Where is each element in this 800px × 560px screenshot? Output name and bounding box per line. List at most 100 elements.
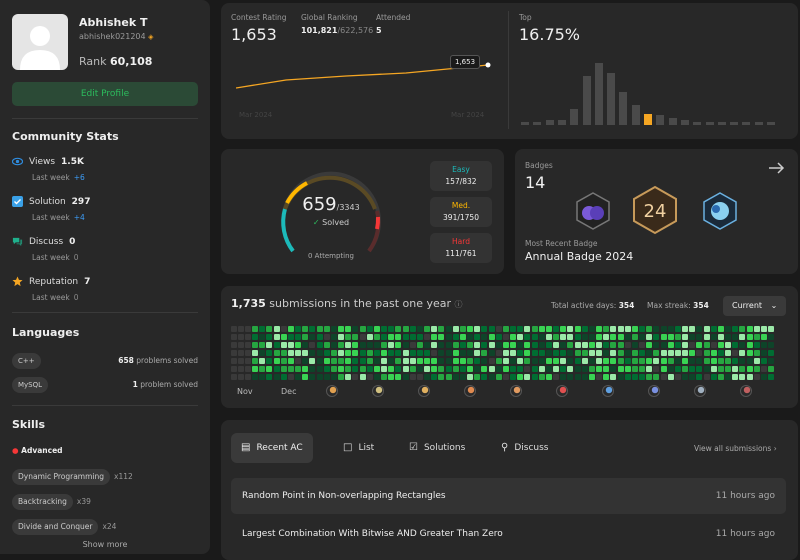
heatmap-cell[interactable] [309,342,315,348]
heatmap-cell[interactable] [259,358,265,364]
heatmap-cell[interactable] [417,326,423,332]
heatmap-cell[interactable] [510,350,516,356]
heatmap-cell[interactable] [474,358,480,364]
tab-recent-ac[interactable]: ▤ Recent AC [231,433,313,463]
heatmap-cell[interactable] [661,366,667,372]
heatmap-cell[interactable] [388,366,394,372]
heatmap-cell[interactable] [754,326,760,332]
heatmap-cell[interactable] [582,366,588,372]
heatmap-cell[interactable] [553,366,559,372]
heatmap-cell[interactable] [618,342,624,348]
monthly-badge-icon[interactable] [556,385,568,397]
heatmap-cell[interactable] [546,326,552,332]
heatmap-cell[interactable] [395,334,401,340]
heatmap-cell[interactable] [281,358,287,364]
heatmap-cell[interactable] [524,366,530,372]
monthly-badge-icon[interactable] [648,385,660,397]
heatmap-cell[interactable] [668,342,674,348]
heatmap-cell[interactable] [274,374,280,380]
heatmap-cell[interactable] [395,326,401,332]
heatmap-cell[interactable] [610,350,616,356]
heatmap-cell[interactable] [331,326,337,332]
rating-point[interactable] [485,62,491,68]
heatmap-cell[interactable] [546,342,552,348]
heatmap-cell[interactable] [309,350,315,356]
heatmap-cell[interactable] [768,366,774,372]
heatmap-cell[interactable] [546,350,552,356]
heatmap-cell[interactable] [274,326,280,332]
heatmap-cell[interactable] [324,374,330,380]
heatmap-cell[interactable] [539,350,545,356]
heatmap-cell[interactable] [410,342,416,348]
heatmap-cell[interactable] [252,374,258,380]
heatmap-cell[interactable] [374,358,380,364]
heatmap-cell[interactable] [288,334,294,340]
heatmap-cell[interactable] [646,358,652,364]
heatmap-cell[interactable] [295,334,301,340]
heatmap-cell[interactable] [238,350,244,356]
heatmap-cell[interactable] [646,374,652,380]
heatmap-cell[interactable] [632,326,638,332]
heatmap-cell[interactable] [682,342,688,348]
heatmap-cell[interactable] [245,358,251,364]
heatmap-cell[interactable] [345,350,351,356]
heatmap-cell[interactable] [288,366,294,372]
badge-icon[interactable] [573,191,613,231]
heatmap-cell[interactable] [424,350,430,356]
monthly-badge-icon[interactable] [602,385,614,397]
heatmap-cell[interactable] [668,374,674,380]
heatmap-cell[interactable] [682,366,688,372]
heatmap-cell[interactable] [424,326,430,332]
heatmap-cell[interactable] [345,366,351,372]
heatmap-cell[interactable] [381,342,387,348]
heatmap-cell[interactable] [711,366,717,372]
heatmap-cell[interactable] [560,334,566,340]
heatmap-cell[interactable] [696,326,702,332]
heatmap-cell[interactable] [696,374,702,380]
heatmap-cell[interactable] [567,350,573,356]
heatmap-cell[interactable] [374,334,380,340]
heatmap-cell[interactable] [582,334,588,340]
heatmap-cell[interactable] [503,350,509,356]
heatmap-cell[interactable] [603,366,609,372]
heatmap-cell[interactable] [481,350,487,356]
heatmap-cell[interactable] [367,326,373,332]
heatmap-cell[interactable] [704,334,710,340]
heatmap-cell[interactable] [481,334,487,340]
heatmap-cell[interactable] [675,374,681,380]
recent-ac-row[interactable]: Random Point in Non-overlapping Rectangl… [231,478,786,514]
heatmap-cell[interactable] [732,334,738,340]
heatmap-cell[interactable] [725,366,731,372]
heatmap-cell[interactable] [231,358,237,364]
heatmap-cell[interactable] [288,374,294,380]
heatmap-cell[interactable] [532,342,538,348]
heatmap-cell[interactable] [474,326,480,332]
heatmap-cell[interactable] [317,342,323,348]
heatmap-cell[interactable] [625,342,631,348]
heatmap-cell[interactable] [231,342,237,348]
heatmap-cell[interactable] [360,350,366,356]
heatmap-cell[interactable] [446,358,452,364]
heatmap-cell[interactable] [696,342,702,348]
heatmap-cell[interactable] [553,342,559,348]
heatmap-cell[interactable] [460,374,466,380]
heatmap-cell[interactable] [266,366,272,372]
heatmap-cell[interactable] [388,358,394,364]
heatmap-cell[interactable] [567,326,573,332]
heatmap-cell[interactable] [324,366,330,372]
heatmap-cell[interactable] [747,374,753,380]
heatmap-cell[interactable] [646,366,652,372]
heatmap-cell[interactable] [603,326,609,332]
heatmap-cell[interactable] [517,342,523,348]
heatmap-cell[interactable] [238,334,244,340]
heatmap-cell[interactable] [281,334,287,340]
avatar[interactable] [12,14,68,70]
heatmap-cell[interactable] [725,374,731,380]
heatmap-cell[interactable] [653,350,659,356]
heatmap-cell[interactable] [510,366,516,372]
heatmap-cell[interactable] [704,326,710,332]
show-more-link[interactable]: Show more [0,540,210,549]
heatmap-cell[interactable] [639,366,645,372]
heatmap-cell[interactable] [431,334,437,340]
heatmap-cell[interactable] [252,350,258,356]
